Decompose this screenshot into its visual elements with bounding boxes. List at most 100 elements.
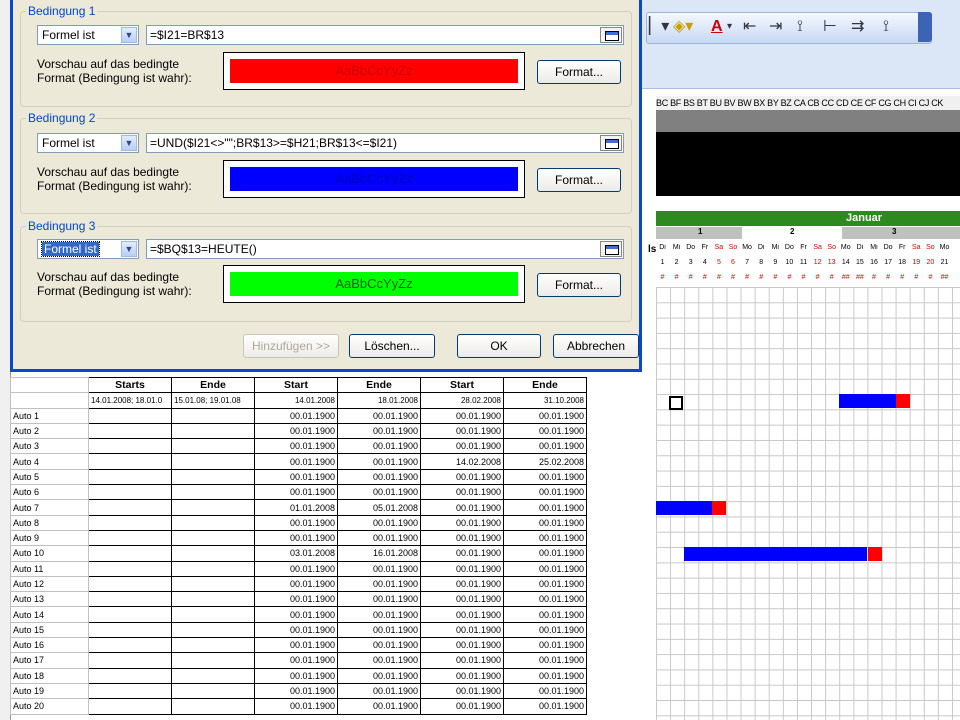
table-cell[interactable]: 00.01.1900 bbox=[420, 407, 504, 424]
table-cell[interactable]: 00.01.1900 bbox=[254, 514, 338, 531]
table-cell[interactable] bbox=[171, 514, 255, 531]
condition-1-format-button[interactable]: Format... bbox=[537, 60, 621, 84]
table-cell[interactable]: 00.01.1900 bbox=[420, 606, 504, 623]
table-cell[interactable]: 00.01.1900 bbox=[254, 637, 338, 654]
table-cell[interactable]: 00.01.1900 bbox=[503, 407, 587, 424]
table-cell[interactable] bbox=[88, 575, 172, 593]
table-cell[interactable]: 00.01.1900 bbox=[503, 484, 587, 501]
table-cell[interactable]: Auto 7 bbox=[10, 499, 89, 516]
table-cell[interactable]: Auto 4 bbox=[10, 453, 89, 470]
merge-icon[interactable]: ⟟ bbox=[797, 18, 803, 36]
table-cell[interactable] bbox=[88, 407, 172, 424]
table-cell[interactable]: 00.01.1900 bbox=[503, 637, 587, 654]
table-cell[interactable]: 00.01.1900 bbox=[254, 422, 338, 440]
table-cell[interactable]: 00.01.1900 bbox=[420, 637, 504, 654]
table-cell[interactable]: 00.01.1900 bbox=[420, 499, 504, 516]
table-cell[interactable]: 01.01.2008 bbox=[254, 499, 338, 516]
table-cell[interactable]: 00.01.1900 bbox=[337, 652, 421, 669]
table-cell[interactable] bbox=[171, 637, 255, 654]
align-icon[interactable]: ⇉ bbox=[851, 18, 864, 36]
add-condition-button[interactable]: Hinzufügen >> bbox=[243, 334, 339, 358]
table-cell[interactable]: 00.01.1900 bbox=[503, 621, 587, 639]
table-cell[interactable]: 00.01.1900 bbox=[337, 575, 421, 593]
table-cell[interactable]: 00.01.1900 bbox=[337, 407, 421, 424]
table-cell[interactable]: 00.01.1900 bbox=[254, 591, 338, 608]
table-cell[interactable]: Auto 12 bbox=[10, 575, 89, 593]
table-cell[interactable] bbox=[171, 652, 255, 669]
table-cell[interactable]: Auto 9 bbox=[10, 529, 89, 547]
table-cell[interactable]: Auto 1 bbox=[10, 407, 89, 424]
table-cell[interactable]: 00.01.1900 bbox=[503, 438, 587, 455]
table-cell[interactable] bbox=[10, 376, 89, 394]
column-header-strip[interactable]: BC BF BS BT BU BV BW BX BY BZ CA CB CC C… bbox=[656, 96, 960, 111]
gantt-grid[interactable] bbox=[656, 287, 960, 720]
table-cell[interactable]: 00.01.1900 bbox=[420, 621, 504, 639]
more-icon[interactable]: ⟟ bbox=[883, 18, 889, 36]
table-cell[interactable]: 00.01.1900 bbox=[503, 545, 587, 562]
split-icon[interactable]: ⊢ bbox=[823, 18, 837, 36]
table-cell[interactable] bbox=[171, 575, 255, 593]
chevron-down-icon[interactable]: ▼ bbox=[121, 135, 137, 151]
table-cell[interactable]: Auto 3 bbox=[10, 438, 89, 455]
table-cell[interactable]: 16.01.2008 bbox=[337, 545, 421, 562]
table-cell[interactable]: 00.01.1900 bbox=[503, 591, 587, 608]
delete-button[interactable]: Löschen... bbox=[349, 334, 435, 358]
table-cell[interactable] bbox=[171, 606, 255, 623]
table-cell[interactable]: 00.01.1900 bbox=[337, 682, 421, 700]
condition-2-formula-input[interactable]: =UND($I21<>"";BR$13>=$H21;BR$13<=$I21) bbox=[146, 133, 624, 153]
table-cell[interactable]: 00.01.1900 bbox=[254, 453, 338, 470]
range-select-icon[interactable] bbox=[600, 135, 622, 151]
table-cell[interactable]: 00.01.1900 bbox=[254, 606, 338, 623]
table-cell[interactable]: 00.01.1900 bbox=[420, 438, 504, 455]
table-cell[interactable]: 00.01.1900 bbox=[420, 529, 504, 547]
table-cell[interactable] bbox=[88, 438, 172, 455]
table-cell[interactable] bbox=[171, 484, 255, 501]
table-cell[interactable]: 00.01.1900 bbox=[337, 698, 421, 715]
table-cell[interactable]: Auto 19 bbox=[10, 682, 89, 700]
table-cell[interactable]: 00.01.1900 bbox=[337, 560, 421, 577]
table-cell[interactable] bbox=[88, 453, 172, 470]
table-cell[interactable]: 00.01.1900 bbox=[503, 682, 587, 700]
table-cell[interactable] bbox=[88, 499, 172, 516]
range-select-icon[interactable] bbox=[600, 27, 622, 43]
chevron-down-icon[interactable]: ▼ bbox=[121, 241, 137, 257]
table-cell[interactable]: 00.01.1900 bbox=[254, 560, 338, 577]
table-cell[interactable]: 25.02.2008 bbox=[503, 453, 587, 470]
table-cell[interactable]: Auto 14 bbox=[10, 606, 89, 623]
table-cell[interactable] bbox=[88, 621, 172, 639]
table-cell[interactable]: 00.01.1900 bbox=[420, 698, 504, 715]
table-cell[interactable]: 00.01.1900 bbox=[503, 606, 587, 623]
indent-icon[interactable]: ⇤ bbox=[743, 18, 756, 36]
table-cell[interactable] bbox=[88, 560, 172, 577]
table-cell[interactable] bbox=[171, 422, 255, 440]
table-cell[interactable] bbox=[171, 698, 255, 715]
font-color-icon[interactable]: A bbox=[711, 18, 723, 36]
table-cell[interactable]: 00.01.1900 bbox=[420, 545, 504, 562]
table-cell[interactable] bbox=[171, 468, 255, 486]
table-cell[interactable]: 14.02.2008 bbox=[420, 453, 504, 470]
table-cell[interactable]: 00.01.1900 bbox=[420, 468, 504, 486]
table-cell[interactable]: 00.01.1900 bbox=[420, 514, 504, 531]
table-cell[interactable] bbox=[171, 591, 255, 608]
chevron-down-icon[interactable]: ▼ bbox=[121, 27, 137, 43]
cancel-button[interactable]: Abbrechen bbox=[553, 334, 639, 358]
table-cell[interactable]: 00.01.1900 bbox=[503, 422, 587, 440]
table-cell[interactable]: Ende bbox=[337, 376, 421, 394]
table-cell[interactable]: Auto 20 bbox=[10, 698, 89, 715]
chevron-down-icon[interactable]: ▾ bbox=[727, 18, 732, 36]
table-cell[interactable]: Auto 16 bbox=[10, 637, 89, 654]
table-cell[interactable] bbox=[171, 499, 255, 516]
condition-3-formula-input[interactable]: =$BQ$13=HEUTE() bbox=[146, 239, 624, 259]
table-cell[interactable] bbox=[88, 422, 172, 440]
table-cell[interactable]: 00.01.1900 bbox=[503, 499, 587, 516]
table-cell[interactable]: Auto 18 bbox=[10, 667, 89, 684]
table-cell[interactable]: Auto 15 bbox=[10, 621, 89, 639]
cell-cursor[interactable] bbox=[669, 396, 683, 410]
range-select-icon[interactable] bbox=[600, 241, 622, 257]
table-cell[interactable]: Starts bbox=[88, 376, 172, 394]
table-cell[interactable]: 00.01.1900 bbox=[503, 667, 587, 684]
table-cell[interactable] bbox=[171, 545, 255, 562]
outdent-icon[interactable]: ⇥ bbox=[769, 18, 782, 36]
table-cell[interactable]: 00.01.1900 bbox=[503, 652, 587, 669]
table-cell[interactable]: 00.01.1900 bbox=[337, 438, 421, 455]
